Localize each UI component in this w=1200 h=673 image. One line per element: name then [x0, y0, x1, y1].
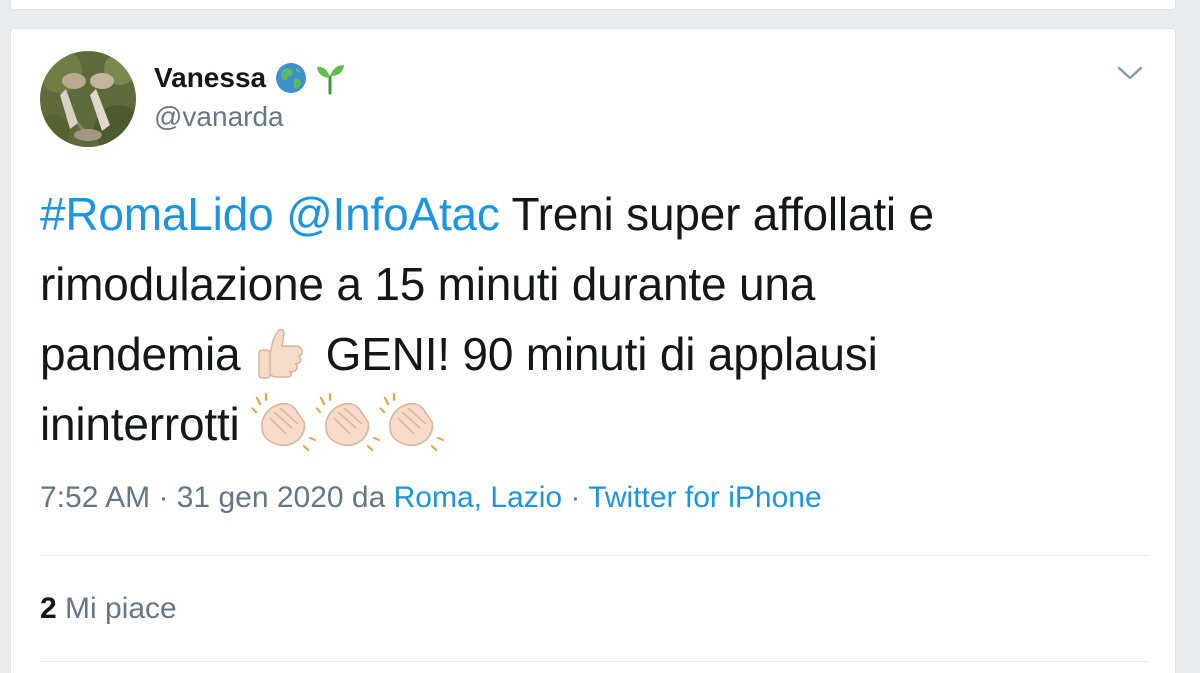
tweet-text-line-1: #RomaLido @InfoAtac Treni super affollat… [40, 179, 1140, 249]
sprout-icon [314, 61, 346, 95]
tweet-header: Vanessa @vanarda [154, 57, 346, 133]
location-link[interactable]: Roma, Lazio [394, 481, 562, 514]
tweet-text-segment: ininterrotti [40, 398, 253, 450]
hashtag-link[interactable]: #RomaLido [40, 188, 274, 240]
divider [40, 661, 1148, 662]
tweet-text-segment: pandemia [40, 328, 254, 380]
tweet-text-line-3: pandemia GENI! 90 minuti di applausi [40, 319, 1140, 389]
tweet-text-segment: GENI! 90 minuti di applausi [313, 328, 878, 380]
tweet-card: Vanessa @vanarda #RomaLido @InfoAtac Tre… [10, 28, 1176, 673]
mention-link[interactable]: @InfoAtac [286, 188, 500, 240]
meta-separator: · [562, 481, 589, 514]
clapping-hands-icon [252, 392, 317, 452]
source-link[interactable]: Twitter for iPhone [588, 481, 821, 514]
tweet-metadata: 7:52 AM · 31 gen 2020 da Roma, Lazio · T… [40, 481, 822, 515]
display-name[interactable]: Vanessa [154, 62, 266, 94]
avatar[interactable] [40, 51, 136, 147]
tweet-text: #RomaLido @InfoAtac Treni super affollat… [40, 179, 1140, 459]
likes-count: 2 [40, 592, 57, 625]
clapping-hands-icon [316, 392, 381, 452]
likes-stat[interactable]: 2 Mi piace [40, 592, 177, 626]
tweet-text-line-4: ininterrotti [40, 389, 1140, 459]
name-row: Vanessa [154, 57, 346, 99]
meta-da-label: da [343, 481, 394, 514]
tweet-date[interactable]: 31 gen 2020 [177, 481, 344, 514]
meta-separator: · [150, 481, 177, 514]
tweet-text-line-2: rimodulazione a 15 minuti durante una [40, 258, 816, 310]
thumbs-up-icon [253, 322, 313, 382]
previous-tweet-card [10, 0, 1176, 10]
globe-icon [274, 61, 308, 95]
tweet-time[interactable]: 7:52 AM [40, 481, 150, 514]
tweet-text-segment: Treni super affollati e [499, 188, 934, 240]
divider [40, 555, 1148, 556]
user-handle[interactable]: @vanarda [154, 101, 346, 133]
clapping-hands-icon [380, 392, 445, 452]
chevron-down-icon[interactable] [1115, 61, 1145, 85]
likes-label: Mi piace [65, 592, 177, 625]
